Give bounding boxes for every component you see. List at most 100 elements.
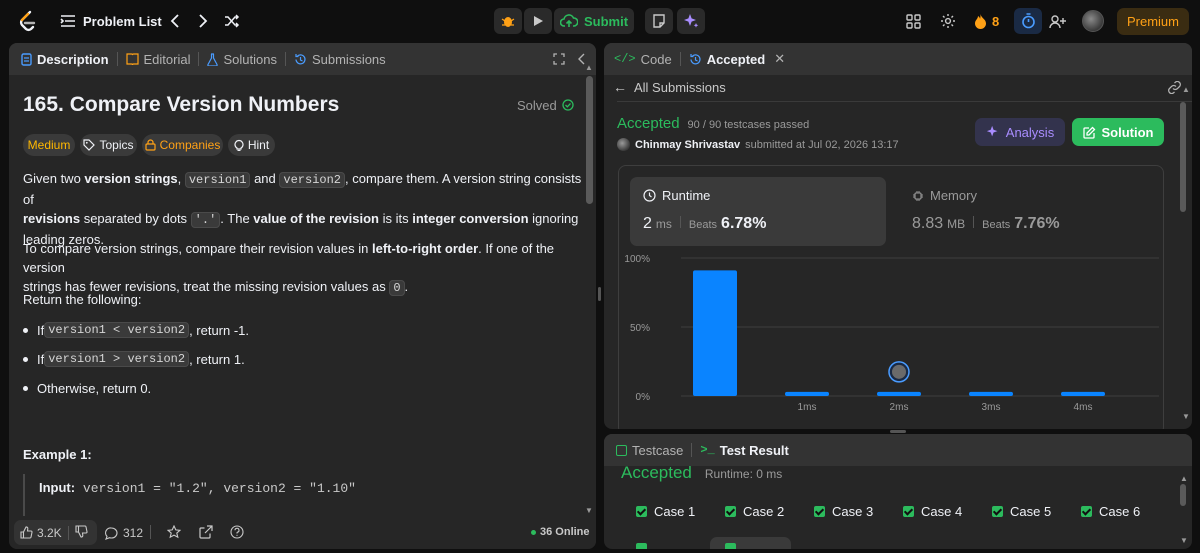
tab-code-label: Code bbox=[640, 51, 672, 67]
tab-test-result[interactable]: >_ Test Result bbox=[700, 443, 789, 458]
tab-divider bbox=[198, 52, 200, 66]
tab-submissions[interactable]: Submissions bbox=[294, 52, 386, 67]
submission-tabs: </> Code Accepted ✕ bbox=[604, 43, 1192, 75]
list-item: If version1 > version2, return 1. bbox=[23, 351, 245, 367]
submit-button[interactable]: Submit bbox=[554, 8, 634, 34]
hint-chip[interactable]: Hint bbox=[228, 134, 275, 156]
tab-submissions-label: Submissions bbox=[311, 51, 386, 67]
scroll-up-icon[interactable]: ▲ bbox=[1180, 474, 1188, 483]
scrollbar-thumb[interactable] bbox=[1180, 102, 1186, 212]
solution-button[interactable]: Solution bbox=[1072, 118, 1164, 146]
add-friend-icon[interactable] bbox=[1047, 11, 1069, 31]
horizontal-splitter-handle[interactable] bbox=[890, 430, 906, 433]
streak-fire-icon[interactable] bbox=[972, 11, 988, 31]
avatar[interactable] bbox=[1082, 10, 1104, 32]
scroll-down-icon[interactable]: ▼ bbox=[1180, 536, 1188, 545]
runtime-unit: ms bbox=[655, 217, 672, 231]
y-tick-label: 0% bbox=[636, 392, 651, 403]
example-input-label: Input: bbox=[39, 480, 76, 495]
scrollbar-thumb[interactable] bbox=[586, 76, 593, 204]
memory-label: Memory bbox=[930, 188, 977, 203]
bar[interactable] bbox=[785, 391, 829, 396]
case-tab-3[interactable]: Case 3 bbox=[814, 504, 873, 519]
bar[interactable] bbox=[693, 270, 737, 396]
tab-solutions[interactable]: Solutions bbox=[207, 52, 277, 67]
comments-button[interactable]: 312 bbox=[105, 526, 143, 540]
scroll-up-icon[interactable]: ▲ bbox=[1182, 85, 1190, 94]
premium-button[interactable]: Premium bbox=[1117, 8, 1189, 35]
memory-box[interactable]: Memory 8.83 MB Beats 7.76% bbox=[899, 177, 1155, 246]
help-icon[interactable] bbox=[230, 525, 244, 544]
bullet-dot bbox=[23, 386, 28, 391]
bar[interactable] bbox=[969, 391, 1013, 396]
likes-count: 3.2K bbox=[37, 525, 62, 540]
leetcode-logo-icon[interactable] bbox=[16, 9, 40, 33]
case-tab-7-partial[interactable] bbox=[636, 543, 647, 549]
prev-problem-icon[interactable] bbox=[166, 11, 184, 31]
submitted-time: submitted at Jul 02, 2026 13:17 bbox=[745, 138, 899, 151]
topics-chip[interactable]: Topics bbox=[80, 134, 137, 156]
ai-sparkle-icon[interactable] bbox=[677, 8, 705, 34]
layout-icon[interactable] bbox=[903, 11, 923, 31]
tab-editorial[interactable]: Editorial bbox=[125, 52, 190, 67]
clock-icon bbox=[643, 189, 656, 202]
scroll-down-icon[interactable]: ▼ bbox=[1182, 412, 1190, 421]
difficulty-badge[interactable]: Medium bbox=[23, 134, 75, 156]
case-tab-1[interactable]: Case 1 bbox=[636, 504, 695, 519]
dislike-button[interactable] bbox=[75, 524, 88, 541]
scroll-up-icon[interactable]: ▲ bbox=[585, 63, 593, 72]
edit-icon bbox=[1082, 126, 1095, 139]
timer-icon[interactable] bbox=[1014, 8, 1042, 34]
lightbulb-icon bbox=[234, 140, 244, 151]
scroll-down-icon[interactable]: ▼ bbox=[585, 506, 593, 515]
tab-accepted[interactable]: Accepted ✕ bbox=[689, 51, 785, 67]
debug-icon[interactable] bbox=[494, 8, 522, 34]
text: separated by dots bbox=[80, 211, 191, 226]
avatar bbox=[617, 138, 630, 151]
star-icon[interactable] bbox=[166, 524, 182, 544]
text-bold: left-to-right order bbox=[371, 241, 479, 256]
tab-description[interactable]: Description bbox=[21, 52, 109, 67]
run-icon[interactable] bbox=[524, 8, 552, 34]
runtime-value: 2 bbox=[643, 215, 652, 232]
shuffle-icon[interactable] bbox=[222, 11, 242, 31]
list-item: Otherwise, return 0. bbox=[23, 381, 151, 396]
check-icon bbox=[903, 506, 914, 517]
share-icon[interactable] bbox=[199, 525, 213, 544]
y-tick-label: 100% bbox=[624, 254, 650, 265]
all-submissions-link[interactable]: ← All Submissions bbox=[613, 79, 726, 95]
problem-list-link[interactable]: Problem List bbox=[83, 14, 162, 29]
case-tab-5[interactable]: Case 5 bbox=[992, 504, 1051, 519]
text: and bbox=[250, 171, 280, 186]
runtime-beats-label: Beats bbox=[688, 219, 718, 231]
text: ignoring bbox=[528, 211, 579, 226]
bullet-dot bbox=[23, 356, 28, 362]
submitter-name[interactable]: Chinmay Shrivastav bbox=[635, 139, 740, 151]
text-bold: value of the revision bbox=[253, 211, 379, 226]
runtime-header: Runtime bbox=[643, 188, 710, 203]
notes-icon[interactable] bbox=[645, 8, 673, 34]
close-icon[interactable]: ✕ bbox=[774, 51, 785, 67]
settings-gear-icon[interactable] bbox=[938, 11, 958, 31]
like-button[interactable]: 3.2K bbox=[14, 526, 62, 540]
inline-code: '.' bbox=[190, 212, 221, 228]
solved-label: Solved bbox=[517, 98, 557, 113]
expand-icon[interactable] bbox=[551, 51, 567, 67]
runtime-box[interactable]: Runtime 2 ms Beats 6.78% bbox=[630, 177, 886, 246]
case-tab-6[interactable]: Case 6 bbox=[1081, 504, 1140, 519]
vertical-splitter-handle[interactable] bbox=[598, 287, 601, 301]
code-icon: </> bbox=[614, 52, 636, 66]
text-bold: revisions bbox=[23, 211, 81, 226]
bar[interactable] bbox=[1061, 391, 1105, 396]
case-tab-4[interactable]: Case 4 bbox=[903, 504, 962, 519]
bar[interactable] bbox=[877, 391, 921, 396]
next-problem-icon[interactable] bbox=[194, 11, 212, 31]
companies-chip[interactable]: Companies bbox=[142, 134, 223, 156]
case-tab-selected-partial[interactable] bbox=[710, 537, 791, 549]
list-icon[interactable] bbox=[59, 12, 77, 30]
tab-code[interactable]: </> Code bbox=[614, 52, 672, 67]
tab-testcase[interactable]: Testcase bbox=[616, 443, 683, 458]
analysis-button[interactable]: Analysis bbox=[975, 118, 1065, 146]
scrollbar-thumb[interactable] bbox=[1180, 484, 1186, 506]
case-tab-2[interactable]: Case 2 bbox=[725, 504, 784, 519]
